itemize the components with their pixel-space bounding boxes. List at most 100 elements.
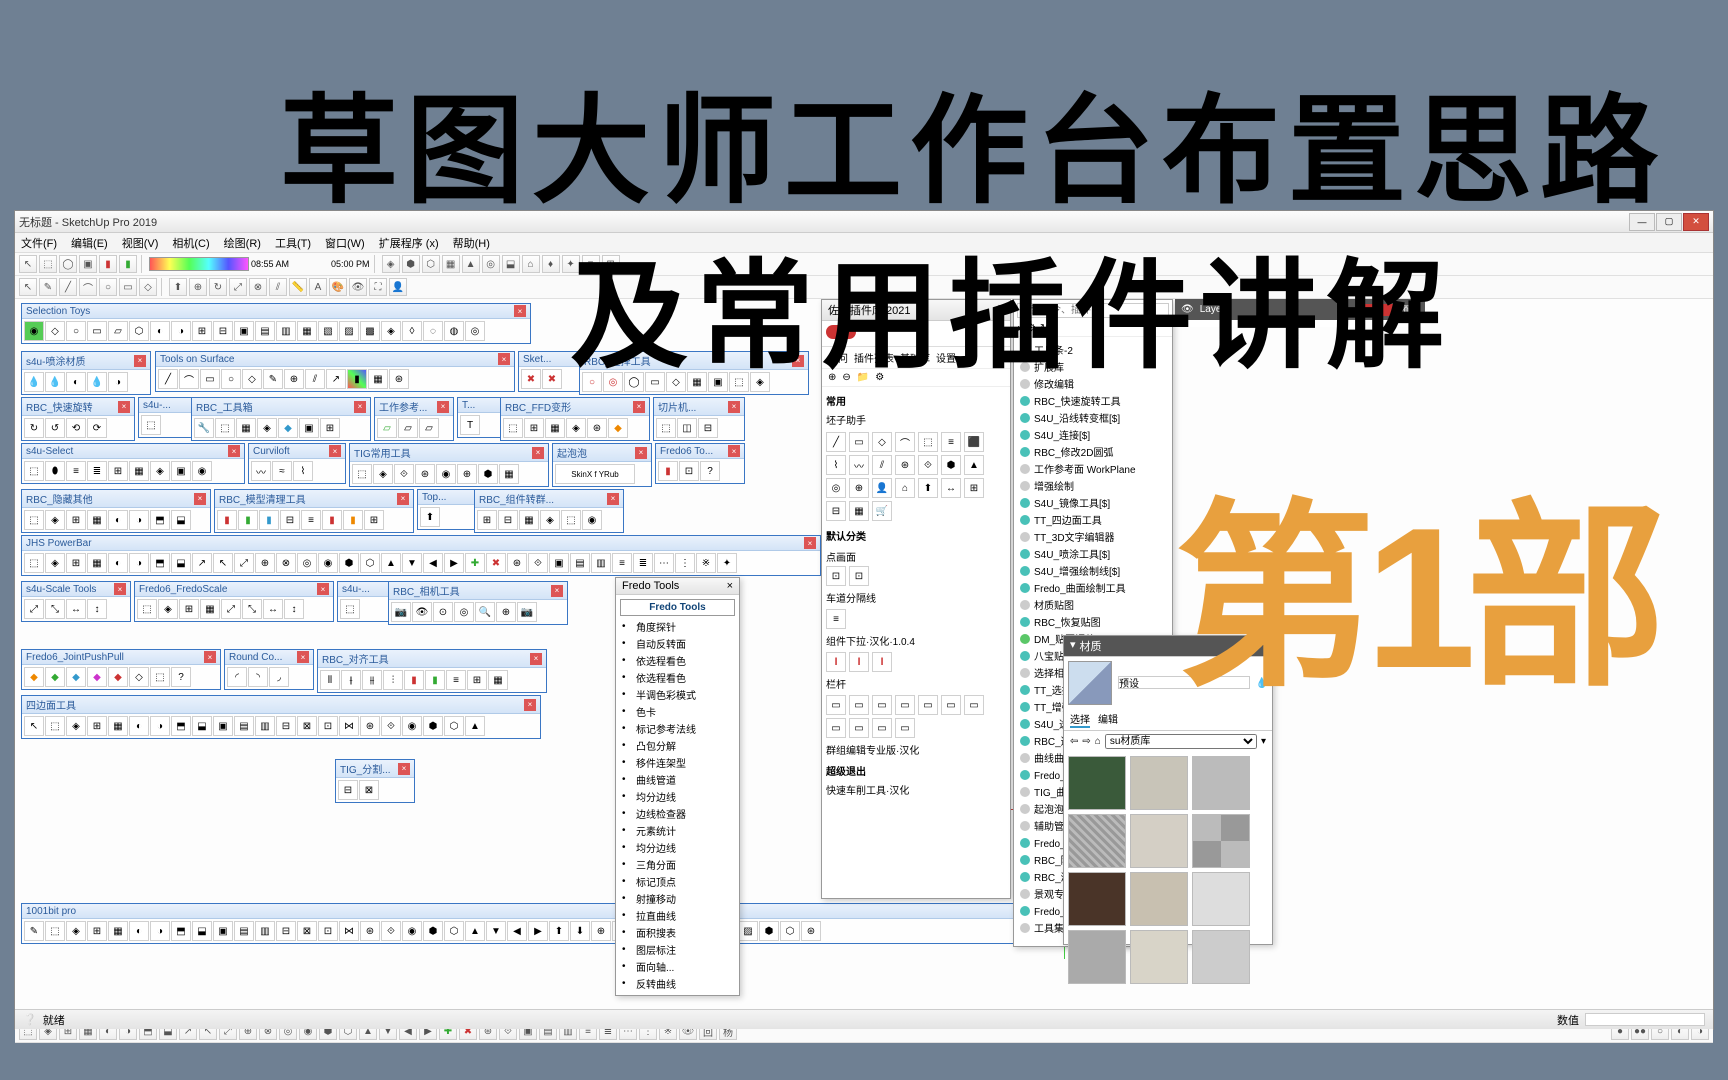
floatbar-selection-toys[interactable]: Selection Toys× ◉◇○▭▱⬡◐◑⊞⊟▣▤▥▦▧▨▩◈◊◌◍◎ <box>21 303 531 344</box>
tool-icon[interactable]: ⊗ <box>249 278 267 296</box>
material-thumb[interactable] <box>1192 930 1250 984</box>
close-icon[interactable]: × <box>524 699 536 711</box>
close-icon[interactable]: × <box>498 353 510 365</box>
close-icon[interactable]: × <box>194 493 206 505</box>
close-icon[interactable]: × <box>354 401 366 413</box>
fredo-item[interactable]: •依选程看色 <box>620 669 735 686</box>
material-thumb[interactable] <box>1130 930 1188 984</box>
floatbar-slice[interactable]: 切片机...× ⬚◫⊟ <box>653 397 745 441</box>
fredo-item[interactable]: •均分边线 <box>620 839 735 856</box>
fredo-item[interactable]: •标记参考法线 <box>620 720 735 737</box>
tool-icon[interactable]: ▮ <box>119 255 137 273</box>
material-thumb[interactable] <box>1068 814 1126 868</box>
close-icon[interactable]: × <box>635 447 647 459</box>
time-slider[interactable] <box>149 257 249 271</box>
tool-icon[interactable]: ○ <box>99 278 117 296</box>
tool-icon[interactable]: ♦ <box>542 255 560 273</box>
plugin-list-item[interactable]: RBC_修改2D圆弧 <box>1018 443 1168 460</box>
menu-view[interactable]: 视图(V) <box>122 235 159 251</box>
plugin-list-item[interactable]: S4U_镜像工具[$] <box>1018 494 1168 511</box>
close-icon[interactable]: × <box>804 537 816 549</box>
material-preview[interactable] <box>1068 661 1112 705</box>
tool-icon[interactable]: ⫽ <box>269 278 287 296</box>
fwd-icon[interactable]: ⇨ <box>1082 736 1090 747</box>
tab-edit[interactable]: 编辑 <box>1098 711 1118 728</box>
plugin-list-item[interactable]: RBC_快速旋转工具 <box>1018 392 1168 409</box>
material-thumb[interactable] <box>1130 756 1188 810</box>
close-button[interactable]: ✕ <box>1683 213 1709 231</box>
close-icon[interactable]: × <box>530 653 542 665</box>
floatbar-1001bit[interactable]: 1001bit pro× ✎⬚◈⊞▦◐◑⬒⬓▣▤▥⊟⊠⊡⋈⊛⟐◉⬢⬡▲▼◀▶⬆⬇… <box>21 903 1061 944</box>
tool-icon[interactable]: A <box>309 278 327 296</box>
tool-icon[interactable]: ◎ <box>482 255 500 273</box>
tool-icon[interactable]: ✎ <box>39 278 57 296</box>
close-icon[interactable]: × <box>633 401 645 413</box>
plugin-list-item[interactable]: RBC_恢复贴图 <box>1018 613 1168 630</box>
material-thumb[interactable] <box>1068 930 1126 984</box>
fredo-item[interactable]: •曲线管道 <box>620 771 735 788</box>
close-icon[interactable]: × <box>397 493 409 505</box>
fredo-item[interactable]: •凸包分解 <box>620 737 735 754</box>
tool-icon[interactable]: 📏 <box>289 278 307 296</box>
close-icon[interactable]: × <box>551 585 563 597</box>
floatbar-rbc-group[interactable]: RBC_组件转群...× ⊞⊟▦◈⬚◉ <box>474 489 624 533</box>
tool-icon[interactable]: ▦ <box>442 255 460 273</box>
tool-icon[interactable]: ⬚ <box>39 255 57 273</box>
floatbar-quad[interactable]: 四边面工具× ↖⬚◈⊞▦◐◑⬒⬓▣▤▥⊟⊠⊡⋈⊛⟐◉⬢⬡▲ <box>21 695 541 739</box>
material-thumb[interactable] <box>1068 756 1126 810</box>
tab-select[interactable]: 选择 <box>1070 711 1090 728</box>
tool-icon[interactable]: 👁 <box>349 278 367 296</box>
plugin-list-item[interactable]: 工作参考面 WorkPlane <box>1018 460 1168 477</box>
fredo-item[interactable]: •移件连架型 <box>620 754 735 771</box>
tool-icon[interactable]: ◈ <box>382 255 400 273</box>
menu-file[interactable]: 文件(F) <box>21 235 57 251</box>
close-icon[interactable]: × <box>514 305 526 317</box>
fredo-item[interactable]: •半调色彩模式 <box>620 686 735 703</box>
floatbar-tig-common[interactable]: TIG常用工具× ⬚◈⟐⊛◉⊕⬢▦ <box>349 443 549 487</box>
floatbar-s4u-select[interactable]: s4u-Select× ⬚⬮≡≣⊞▦◈▣◉ <box>21 443 245 484</box>
fredo-item[interactable]: •反转曲线 <box>620 975 735 992</box>
floatbar-fredo-jpp[interactable]: Fredo6_JointPushPull× ◆◆◆◆◆◇⬚? <box>21 649 221 690</box>
tool-icon[interactable]: ▭ <box>119 278 137 296</box>
close-icon[interactable]: × <box>329 445 341 457</box>
tool-icon[interactable]: ⬡ <box>422 255 440 273</box>
material-thumb[interactable] <box>1192 872 1250 926</box>
plugin-list-item[interactable]: 材质贴图 <box>1018 596 1168 613</box>
close-icon[interactable]: × <box>228 445 240 457</box>
plugin-list-item[interactable]: S4U_沿线转变框[$] <box>1018 409 1168 426</box>
tool-icon[interactable]: 🎨 <box>329 278 347 296</box>
back-icon[interactable]: ⇦ <box>1070 736 1078 747</box>
material-thumb[interactable] <box>1130 872 1188 926</box>
tool-icon[interactable]: ◯ <box>59 255 77 273</box>
menu-draw[interactable]: 绘图(R) <box>224 235 261 251</box>
tool-icon[interactable]: ⛶ <box>369 278 387 296</box>
tool-icon[interactable]: ⬢ <box>402 255 420 273</box>
fredo-item[interactable]: •角度探针 <box>620 618 735 635</box>
tool-icon[interactable]: ▲ <box>462 255 480 273</box>
floatbar-jhs[interactable]: JHS PowerBar× ⬚◈⊞▦◐◑⬒⬓↗↖⤢⊕⊗◎◉⬢⬡▲▼◀▶✚✖⊛⟐▣… <box>21 535 821 576</box>
close-icon[interactable]: × <box>437 401 449 413</box>
tool-icon[interactable]: ↻ <box>209 278 227 296</box>
floatbar-tig-split[interactable]: TIG_分割...× ⊟⊠ <box>335 759 415 803</box>
tool-icon[interactable]: ╱ <box>59 278 77 296</box>
tool-icon[interactable]: ▣ <box>79 255 97 273</box>
tool-icon[interactable]: ⊕ <box>189 278 207 296</box>
plugin-list-item[interactable]: Fredo_曲面绘制工具 <box>1018 579 1168 596</box>
close-icon[interactable]: × <box>204 651 216 663</box>
material-thumb[interactable] <box>1130 814 1188 868</box>
floatbar-work-ref[interactable]: 工作参考...× ▱▱▱ <box>374 397 454 441</box>
menu-window[interactable]: 窗口(W) <box>325 235 365 251</box>
panel-fredo-tools[interactable]: Fredo Tools× Fredo Tools •角度探针•自动反转面•依选程… <box>615 577 740 996</box>
fredo-item[interactable]: •自动反转面 <box>620 635 735 652</box>
close-icon[interactable]: × <box>118 401 130 413</box>
plugin-list-item[interactable]: TT_四边面工具 <box>1018 511 1168 528</box>
material-thumb[interactable] <box>1068 872 1126 926</box>
floatbar-roundco[interactable]: Round Co...× ◜◝◞ <box>224 649 314 690</box>
tool-icon[interactable]: ⌒ <box>79 278 97 296</box>
close-icon[interactable]: × <box>134 355 146 367</box>
fredo-item[interactable]: •旋转移动 <box>620 992 735 995</box>
plugin-list-item[interactable]: 增强绘制 <box>1018 477 1168 494</box>
fredo-item[interactable]: •标记顶点 <box>620 873 735 890</box>
tool-icon[interactable]: ⬆ <box>169 278 187 296</box>
floatbar-s4u-paint[interactable]: s4u-喷涂材质× 💧💧◐💧◑ <box>21 351 151 395</box>
